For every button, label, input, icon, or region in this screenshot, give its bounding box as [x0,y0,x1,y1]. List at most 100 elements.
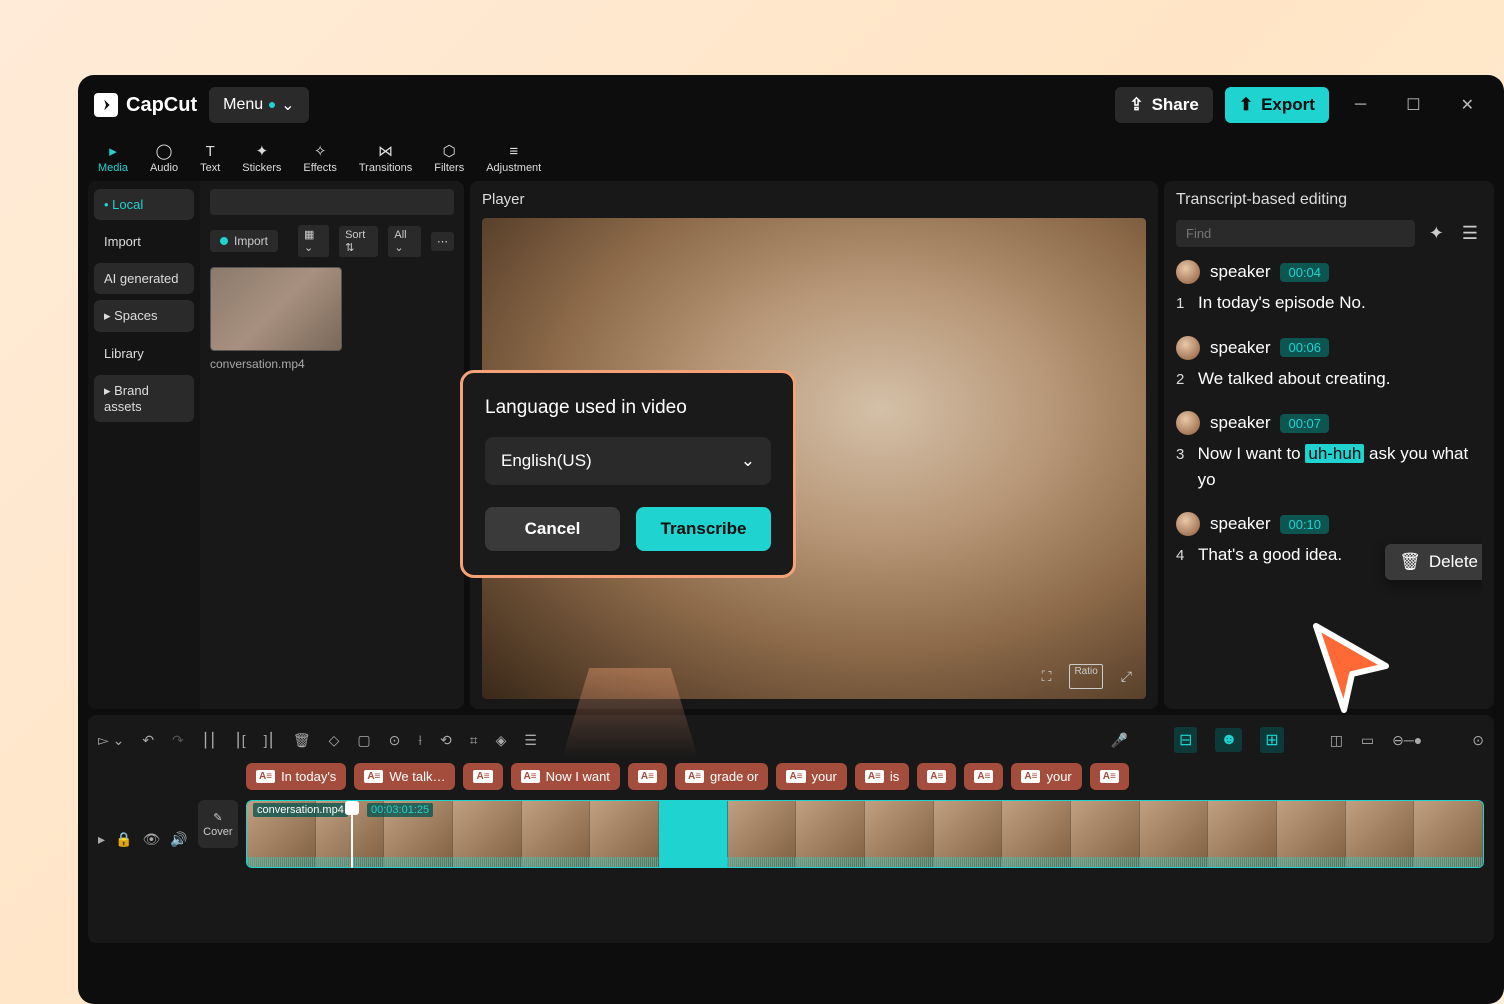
find-input[interactable] [1176,220,1415,247]
mic-icon[interactable]: 🎤 [1111,732,1128,749]
caption-clip[interactable]: A≡Now I want [511,763,620,790]
tool-icon[interactable]: ◇ [329,732,340,749]
undo-icon[interactable]: ↶ [142,732,154,749]
filler-word-highlight[interactable]: uh-huh [1305,444,1364,463]
caption-clip[interactable]: A≡is [855,763,909,790]
crop-icon[interactable]: ⌗ [470,732,478,749]
caption-clip[interactable]: A≡ [463,763,502,790]
sidebar-item-library[interactable]: Library [94,338,194,369]
menu-button[interactable]: Menu ⌄ [209,87,308,123]
tab-media[interactable]: ▸Media [88,138,138,178]
record-dot-icon [220,237,228,245]
caption-clip[interactable]: A≡In today's [246,763,346,790]
media-panel: • Local Import AI generated ▸ Spaces Lib… [88,181,464,709]
transcript-item[interactable]: speaker00:06 2We talked about creating. [1176,336,1482,392]
zoom-fit-icon[interactable]: ⊙ [1472,732,1484,749]
redo-icon[interactable]: ↷ [172,732,184,749]
zoom-out-icon[interactable]: ⊖─● [1392,732,1422,749]
rotate-icon[interactable]: ⟲ [440,732,452,749]
cancel-button[interactable]: Cancel [485,507,620,551]
track-toggle-icon[interactable]: ⊞ [1260,727,1283,753]
close-button[interactable]: ✕ [1447,85,1488,125]
tab-text[interactable]: TText [190,139,230,178]
delete-icon[interactable]: 🗑 [293,732,311,749]
lock-icon[interactable]: 🔒 [115,831,132,848]
timestamp: 00:04 [1280,263,1329,282]
transcript-item[interactable]: speaker00:04 1In today's episode No. [1176,260,1482,316]
tool-icon[interactable]: ▢ [357,732,370,749]
sidebar-item-local[interactable]: • Local [94,189,194,220]
tab-transitions[interactable]: ⋈Transitions [349,138,422,178]
speaker-label: speaker [1210,514,1270,534]
mute-icon[interactable]: 🔊 [170,831,187,848]
track-toggle-icon[interactable]: ☻ [1215,728,1242,752]
sidebar-item-brand-assets[interactable]: ▸ Brand assets [94,375,194,422]
caption-clip[interactable]: A≡ [964,763,1003,790]
tab-audio[interactable]: ◯Audio [140,138,188,178]
tool-icon[interactable]: ◫ [1330,732,1343,749]
sidebar-item-ai-generated[interactable]: AI generated [94,263,194,294]
track-toggle-icon[interactable]: ⊟ [1174,727,1197,753]
tool-icon[interactable]: ▭ [1361,732,1374,749]
timeline-tracks[interactable]: A≡In today's A≡We talk… A≡ A≡Now I want … [246,763,1484,868]
tab-label: Adjustment [486,162,541,174]
preview-icon[interactable]: ▸ [98,831,105,848]
eye-icon[interactable]: 👁 [142,831,160,848]
list-icon[interactable]: ☰ [1458,219,1482,248]
transcript-text: That's a good idea. [1198,542,1342,568]
mirror-icon[interactable]: ⟊ [418,732,422,749]
filter-all-button[interactable]: All ⌄ [388,226,421,257]
tool-icon[interactable]: ☰ [524,732,537,749]
clip-name: conversation.mp4 [253,803,348,817]
ratio-button[interactable]: Ratio [1069,664,1102,689]
language-dialog: Language used in video English(US) ⌄ Can… [460,370,796,578]
minimize-button[interactable]: ─ [1341,86,1380,124]
speaker-label: speaker [1210,338,1270,358]
caption-clip[interactable]: A≡We talk… [354,763,455,790]
player-controls: ⛶ Ratio ⤢ [1038,664,1136,689]
import-button[interactable]: Import [210,230,278,252]
media-thumbnail[interactable] [210,267,342,351]
media-search-input[interactable] [210,189,454,215]
caption-clip[interactable]: A≡ [1090,763,1129,790]
language-select[interactable]: English(US) ⌄ [485,437,771,485]
tab-stickers[interactable]: ✦Stickers [232,138,291,178]
sidebar-item-import[interactable]: Import [94,226,194,257]
delete-context-button[interactable]: 🗑 Delete [1385,544,1482,580]
selection-tool-icon[interactable]: ▻ ⌄ [98,732,124,749]
split-icon[interactable]: ⎮⎮ [202,732,217,749]
caption-icon: A≡ [927,770,946,783]
caption-clip[interactable]: A≡your [1011,763,1081,790]
fullscreen-icon[interactable]: ⤢ [1117,664,1136,689]
tab-filters[interactable]: ⬡Filters [424,138,474,178]
speaker-label: speaker [1210,413,1270,433]
caption-clip[interactable]: A≡grade or [675,763,768,790]
more-options-button[interactable]: ⋯ [431,232,454,251]
maximize-button[interactable]: ☐ [1392,85,1434,125]
focus-icon[interactable]: ⛶ [1038,664,1056,689]
tab-effects[interactable]: ✧Effects [293,138,346,178]
sort-button[interactable]: Sort ⇅ [339,226,378,257]
caption-clip[interactable]: A≡your [776,763,846,790]
sidebar-item-spaces[interactable]: ▸ Spaces [94,300,194,332]
view-grid-button[interactable]: ▦ ⌄ [298,225,329,257]
share-label: Share [1152,95,1199,115]
caption-icon: A≡ [786,770,805,783]
export-button[interactable]: ⬆ Export [1225,87,1329,123]
cover-button[interactable]: ✎ Cover [198,800,238,848]
transcribe-button[interactable]: Transcribe [636,507,771,551]
share-button[interactable]: ⇪ Share [1115,87,1213,123]
tool-icon[interactable]: ⊙ [389,732,401,749]
caption-clip[interactable]: A≡ [917,763,956,790]
transcript-item[interactable]: speaker00:07 3Now I want to uh-huh ask y… [1176,411,1482,492]
video-clip[interactable]: conversation.mp4 00:03:01:25 [246,800,1484,868]
caption-clip[interactable]: A≡ [628,763,667,790]
tab-adjustment[interactable]: ≡Adjustment [476,139,551,178]
notification-dot-icon [269,102,275,108]
tool-icon[interactable]: ⎮[ [234,732,245,749]
sparkle-icon[interactable]: ✦ [1425,219,1448,248]
filters-icon: ⬡ [443,142,456,160]
pro-icon[interactable]: ◈ [496,732,507,749]
tool-icon[interactable]: ]⎮ [264,732,275,749]
playhead[interactable] [351,811,353,868]
